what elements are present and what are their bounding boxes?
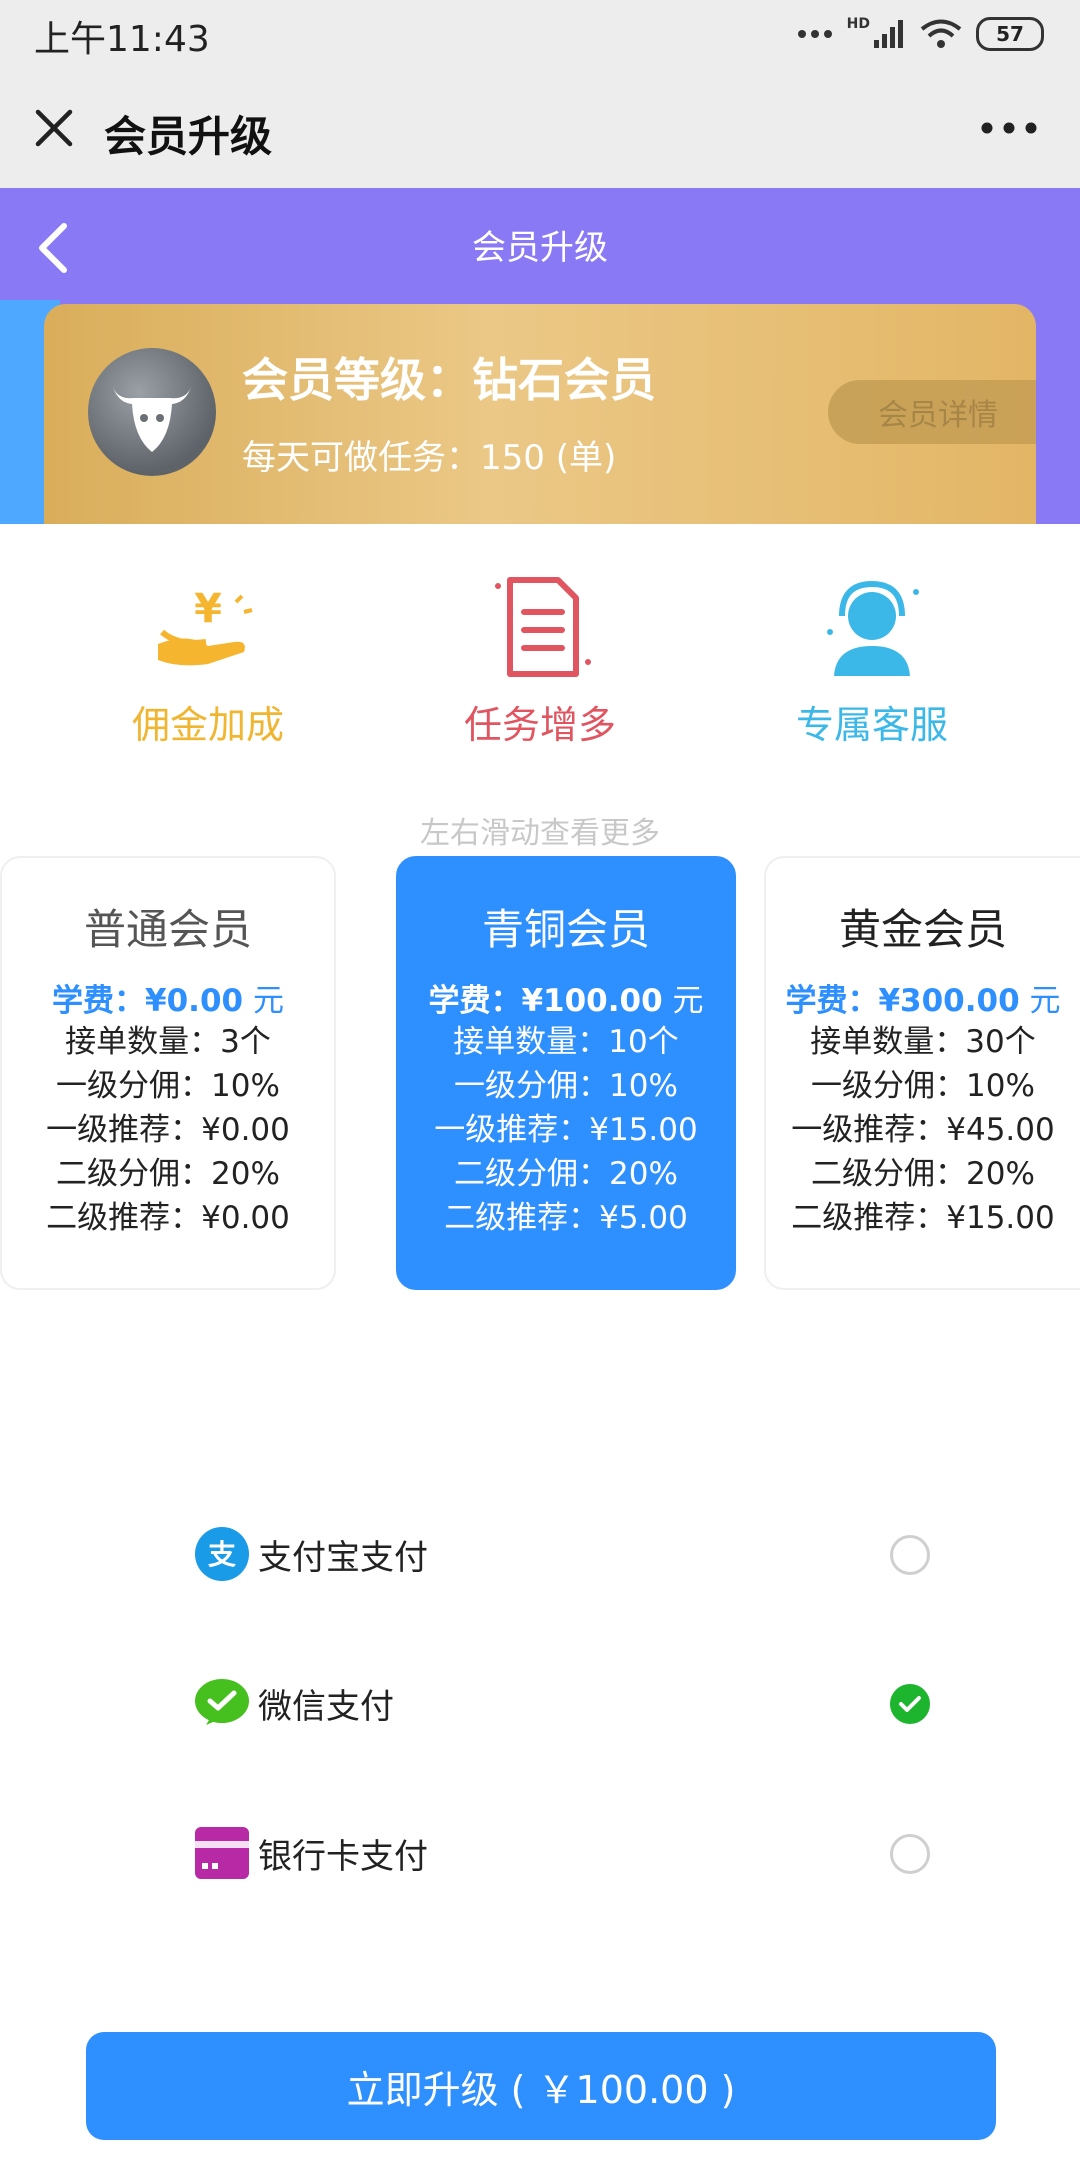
plan-name: 青铜会员 [481,905,650,954]
status-icons: HD 57 [797,14,1044,54]
member-level: 会员等级：钻石会员 [242,353,656,407]
avatar [88,348,216,476]
plan-row: 二级推荐：¥0.00 [46,1200,290,1236]
svg-text:¥: ¥ [194,586,222,632]
bull-icon [112,384,192,452]
header-title: 会员升级 [472,228,608,268]
fee-unit: 元 [672,983,704,1019]
document-icon [495,577,591,677]
plan-row: 接单数量：30个 [810,1024,1036,1060]
plan-row: 一级分佣：10% [811,1068,1035,1104]
alipay-icon: 支 [195,1527,249,1581]
signal-icon [874,20,903,48]
swipe-hint: 左右滑动查看更多 [420,816,660,851]
benefit-customer-service: 专属客服 [712,572,1032,749]
member-details-button[interactable]: 会员详情 [828,380,1036,444]
plan-row: 二级推荐：¥15.00 [791,1200,1055,1236]
member-card: 会员等级：钻石会员 每天可做任务：150 (单) 会员详情 [44,304,1036,524]
plan-row: 一级推荐：¥45.00 [791,1112,1055,1148]
payment-option-bank-card[interactable]: 银行卡支付 [194,1818,914,1888]
plan-fee: 学费：¥300.00 元 [766,975,1080,1020]
payment-option-alipay[interactable]: 支 支付宝支付 [194,1519,914,1589]
plan-row: 一级分佣：10% [56,1068,280,1104]
plan-row: 二级分佣：20% [811,1156,1035,1192]
fee-label: 学费： [52,983,146,1019]
fee-unit: 元 [1029,983,1061,1019]
plan-fee: 学费：¥100.00 元 [398,975,734,1020]
fee-value: ¥300.00 [878,983,1020,1019]
plan-row: 一级推荐：¥0.00 [46,1112,290,1148]
fee-value: ¥100.00 [521,983,663,1019]
network-badge: HD [846,16,870,32]
plan-card-gold[interactable]: 黄金会员 学费：¥300.00 元 接单数量：30个 一级分佣：10% 一级推荐… [764,856,1080,1290]
bank-card-icon [195,1827,249,1879]
plan-row: 接单数量：10个 [453,1024,679,1060]
benefit-label: 佣金加成 [131,703,284,747]
check-icon [899,1696,921,1712]
plan-row: 一级分佣：10% [454,1068,678,1104]
payment-label: 支付宝支付 [258,1537,428,1578]
wechat-radio[interactable] [890,1684,930,1724]
daily-task-count: 每天可做任务：150 (单) [242,438,617,478]
plan-name: 黄金会员 [838,905,1007,954]
benefit-label: 任务增多 [463,703,616,747]
plan-card-bronze[interactable]: 青铜会员 学费：¥100.00 元 接单数量：10个 一级分佣：10% 一级推荐… [396,856,736,1290]
plan-row: 一级推荐：¥15.00 [434,1112,698,1148]
app-bar: 会员升级 [0,70,1080,188]
commission-icon: ¥ [158,586,253,666]
plan-row: 接单数量：3个 [65,1024,271,1060]
payment-option-wechat[interactable]: 微信支付 [194,1668,914,1738]
upgrade-button[interactable]: 立即升级 ( ￥100.00 ) [86,2032,996,2140]
close-icon[interactable] [26,100,82,156]
app-title: 会员升级 [104,112,273,161]
wifi-icon [920,19,962,48]
status-time: 上午11:43 [34,19,210,60]
benefit-more-tasks: 任务增多 [380,572,700,749]
benefit-label: 专属客服 [795,703,948,747]
payment-label: 银行卡支付 [258,1836,428,1877]
svg-text:支: 支 [208,1538,236,1571]
plan-fee: 学费：¥0.00 元 [2,975,334,1020]
fee-value: ¥0.00 [145,983,244,1019]
plan-row: 二级分佣：20% [454,1156,678,1192]
plan-card-normal[interactable]: 普通会员 学费：¥0.00 元 接单数量：3个 一级分佣：10% 一级推荐：¥0… [0,856,336,1290]
dots-icon [797,30,832,38]
plan-row: 二级推荐：¥5.00 [444,1200,688,1236]
fee-unit: 元 [252,983,284,1019]
wechat-pay-icon [195,1679,249,1725]
payment-label: 微信支付 [258,1686,394,1727]
more-icon[interactable] [974,110,1044,146]
benefit-commission: ¥ 佣金加成 [48,572,368,749]
bank-card-radio[interactable] [890,1834,930,1874]
battery-icon: 57 [976,17,1044,51]
status-bar: 上午11:43 HD 57 [0,0,1080,70]
plan-name: 普通会员 [83,905,252,954]
fee-label: 学费： [428,983,522,1019]
fee-label: 学费： [785,983,879,1019]
plan-row: 二级分佣：20% [56,1156,280,1192]
alipay-radio[interactable] [890,1535,930,1575]
customer-service-icon [827,580,919,676]
